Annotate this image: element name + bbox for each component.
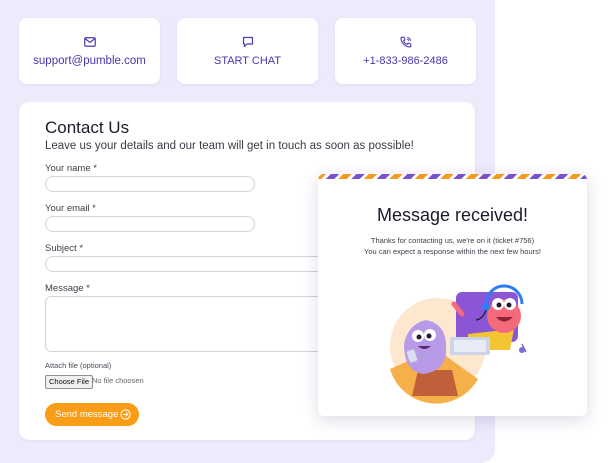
phone-icon xyxy=(399,35,412,49)
email-label: Your email * xyxy=(45,203,96,214)
subject-label: Subject * xyxy=(45,243,84,254)
form-subtitle: Leave us your details and our team will … xyxy=(45,140,414,152)
name-label: Your name * xyxy=(45,163,97,174)
arrow-right-icon xyxy=(120,409,131,423)
message-label: Message * xyxy=(45,283,90,294)
send-message-label: Send message xyxy=(55,409,119,420)
phone-contact-card[interactable]: +1-833-986-2486 xyxy=(335,18,476,84)
chat-bubble-icon xyxy=(242,35,254,49)
support-mascots-illustration xyxy=(390,284,527,404)
no-file-text: No file choosen xyxy=(92,376,144,385)
phone-contact-label: +1-833-986-2486 xyxy=(363,55,448,67)
message-textarea[interactable] xyxy=(45,296,337,352)
start-chat-label: START CHAT xyxy=(213,55,282,67)
form-title: Contact Us xyxy=(45,118,130,137)
choose-file-button[interactable]: Choose File xyxy=(45,375,94,389)
message-received-modal: Message received! Thanks for contacting … xyxy=(318,174,587,416)
email-contact-label: support@pumble.com xyxy=(33,55,146,67)
subject-input[interactable] xyxy=(45,256,337,272)
email-input[interactable] xyxy=(45,216,255,232)
attach-file-label: Attach file (optional) xyxy=(45,361,112,370)
email-contact-card[interactable]: support@pumble.com xyxy=(19,18,160,84)
start-chat-card[interactable]: START CHAT xyxy=(177,18,318,84)
name-input[interactable] xyxy=(45,176,255,192)
envelope-icon xyxy=(83,35,96,49)
send-message-button[interactable]: Send message xyxy=(45,403,139,426)
